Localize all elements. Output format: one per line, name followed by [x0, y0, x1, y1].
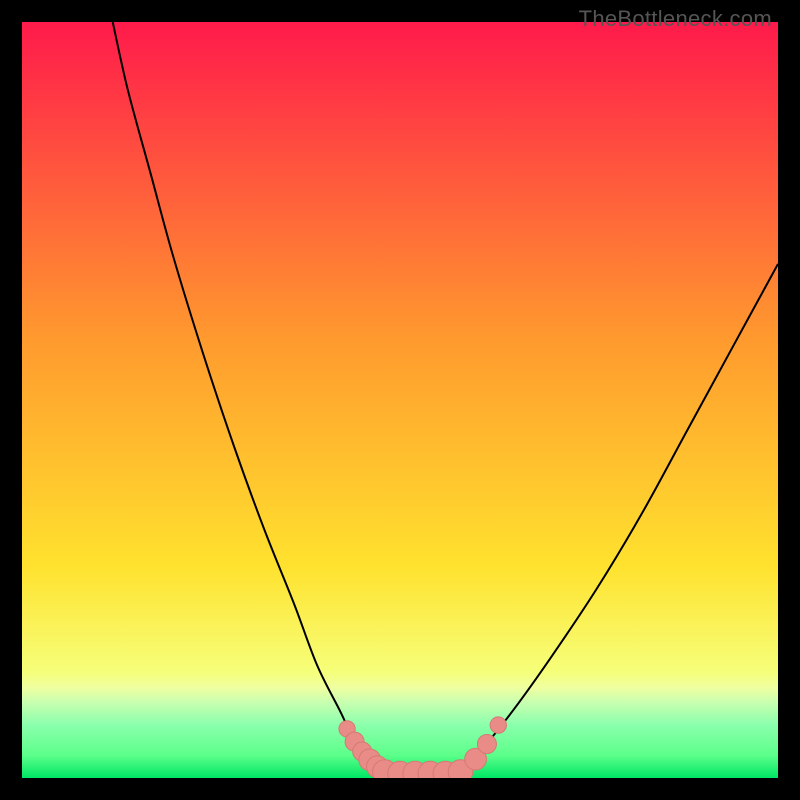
chart-frame: TheBottleneck.com — [0, 0, 800, 800]
bottleneck-chart — [22, 22, 778, 778]
watermark-text: TheBottleneck.com — [579, 6, 772, 32]
data-marker — [490, 717, 506, 733]
gradient-background — [22, 22, 778, 778]
data-marker — [477, 734, 496, 753]
plot-area — [22, 22, 778, 778]
